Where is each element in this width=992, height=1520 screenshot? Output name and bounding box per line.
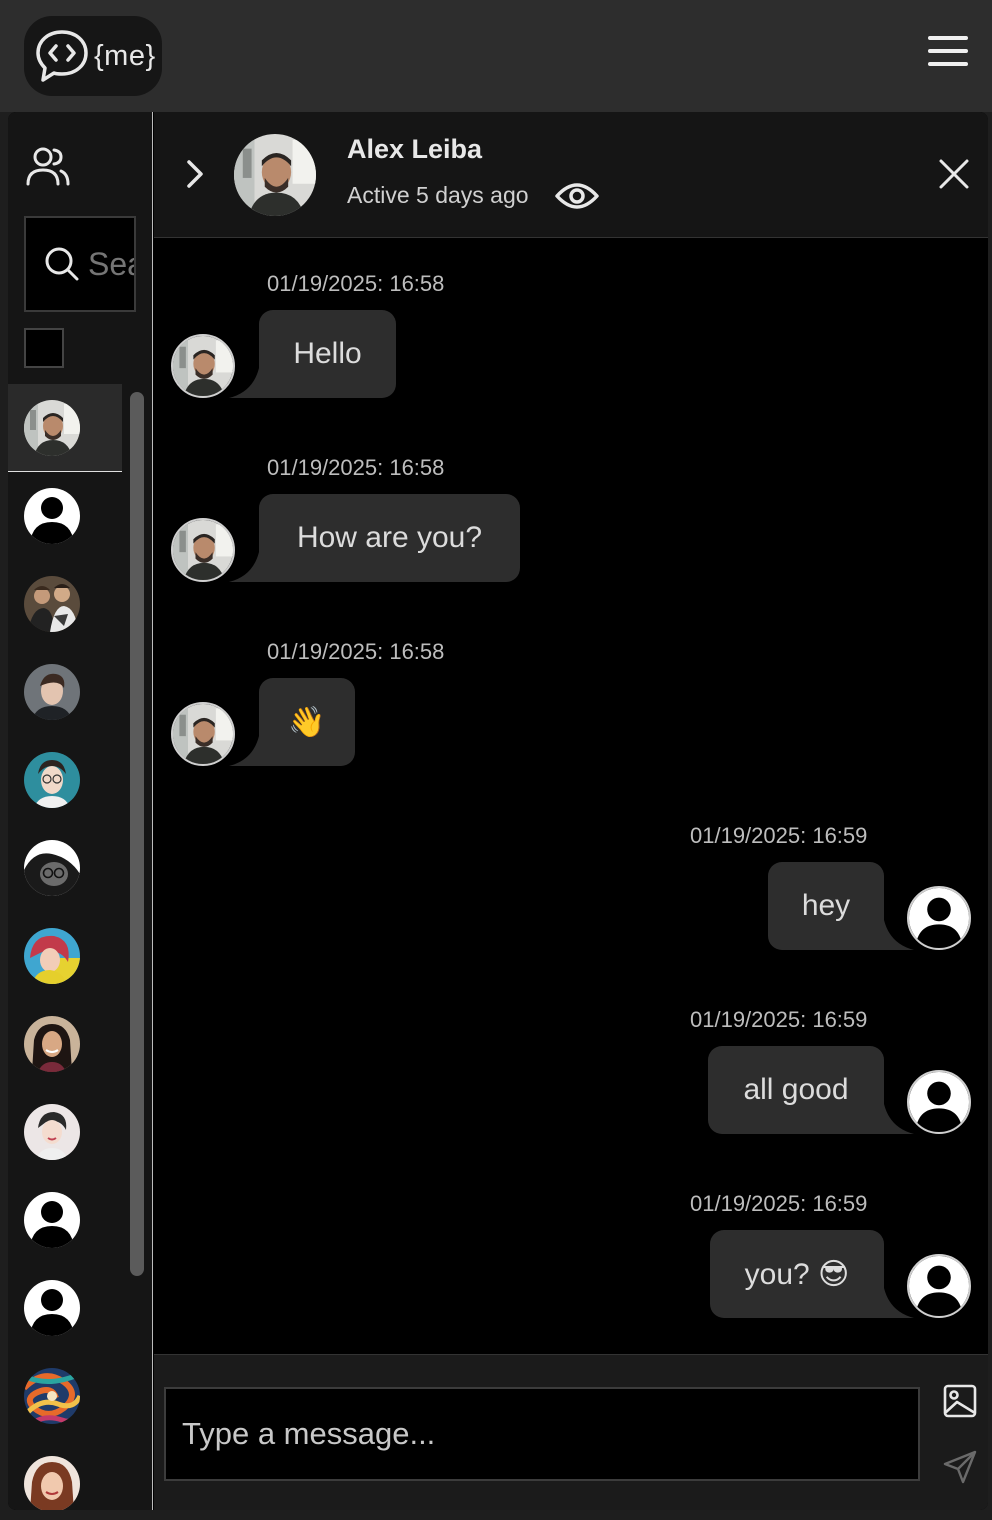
message-text: How are you? xyxy=(296,521,483,554)
message-text: you? 😎 xyxy=(744,1257,850,1291)
logo-text: {me} xyxy=(94,39,156,72)
app-logo[interactable]: {me} xyxy=(24,16,162,96)
contact-item[interactable] xyxy=(8,648,122,736)
contact-item[interactable] xyxy=(8,736,122,824)
avatar xyxy=(24,664,80,720)
message-timestamp: 01/19/2025: 16:58 xyxy=(267,455,445,480)
contact-item[interactable] xyxy=(8,384,122,472)
close-icon[interactable] xyxy=(936,156,972,192)
contact-item[interactable] xyxy=(8,472,122,560)
image-upload-icon[interactable] xyxy=(942,1383,978,1419)
contacts-sidebar xyxy=(8,112,153,1510)
sender-avatar xyxy=(171,334,235,398)
chat-header: Alex Leiba Active 5 days ago xyxy=(154,112,988,238)
contact-item[interactable] xyxy=(8,1000,122,1088)
message-list: 01/19/2025: 16:58 Hello 01/19/2025: 16:5… xyxy=(154,239,988,1354)
contact-item[interactable] xyxy=(8,1264,122,1352)
default-avatar-icon xyxy=(24,1280,80,1336)
message-bubble[interactable]: hey xyxy=(768,862,914,950)
own-avatar xyxy=(907,1254,971,1318)
contact-item[interactable] xyxy=(8,1088,122,1176)
avatar xyxy=(24,928,80,984)
contact-item[interactable] xyxy=(8,824,122,912)
contact-name: Alex Leiba xyxy=(347,134,483,164)
message-timestamp: 01/19/2025: 16:59 xyxy=(690,1191,868,1216)
eye-icon[interactable] xyxy=(554,176,600,216)
avatar xyxy=(24,1368,80,1424)
send-icon[interactable] xyxy=(942,1449,978,1485)
message-timestamp: 01/19/2025: 16:58 xyxy=(267,271,445,296)
contact-item[interactable] xyxy=(8,912,122,1000)
avatar xyxy=(24,1104,80,1160)
avatar xyxy=(24,752,80,808)
avatar xyxy=(24,576,80,632)
message-bubble[interactable]: 👋 xyxy=(229,678,355,766)
users-icon[interactable] xyxy=(24,142,72,190)
sidebar-scrollbar[interactable] xyxy=(130,392,144,1276)
own-avatar xyxy=(907,1070,971,1134)
message-composer xyxy=(154,1354,988,1510)
contact-item[interactable] xyxy=(8,560,122,648)
top-bar: {me} xyxy=(0,0,992,112)
hamburger-menu-button[interactable] xyxy=(928,36,968,72)
search-input[interactable] xyxy=(88,242,134,286)
message-text: 👋 xyxy=(288,705,326,739)
menu-line xyxy=(928,36,968,40)
sender-avatar xyxy=(171,518,235,582)
contact-item[interactable] xyxy=(8,1352,122,1440)
contact-list xyxy=(8,384,122,1510)
app-shell: Alex Leiba Active 5 days ago 01/19/2025:… xyxy=(8,112,988,1510)
default-avatar-icon xyxy=(24,1192,80,1248)
avatar xyxy=(24,400,80,456)
own-avatar xyxy=(907,886,971,950)
message-timestamp: 01/19/2025: 16:58 xyxy=(267,639,445,664)
menu-line xyxy=(928,49,968,53)
sender-avatar xyxy=(171,702,235,766)
message-text: all good xyxy=(743,1073,849,1106)
chat-code-icon xyxy=(36,30,88,82)
chevron-right-icon[interactable] xyxy=(180,154,210,194)
contact-item[interactable] xyxy=(8,1176,122,1264)
message-timestamp: 01/19/2025: 16:59 xyxy=(690,1007,868,1032)
select-all-checkbox[interactable] xyxy=(24,328,64,368)
message-bubble[interactable]: How are you? xyxy=(229,494,520,582)
contact-status: Active 5 days ago xyxy=(347,182,529,208)
avatar xyxy=(24,1016,80,1072)
message-text: hey xyxy=(801,889,851,922)
avatar xyxy=(24,1456,80,1510)
default-avatar-icon xyxy=(24,488,80,544)
message-text: Hello xyxy=(293,337,362,370)
message-bubble[interactable]: you? 😎 xyxy=(710,1230,914,1318)
menu-line xyxy=(928,62,968,66)
contact-search[interactable] xyxy=(24,216,136,312)
message-timestamp: 01/19/2025: 16:59 xyxy=(690,823,868,848)
contact-avatar[interactable] xyxy=(234,134,316,216)
search-icon xyxy=(45,247,79,281)
avatar xyxy=(24,840,80,896)
message-bubble[interactable]: all good xyxy=(708,1046,914,1134)
contact-item[interactable] xyxy=(8,1440,122,1510)
message-bubble[interactable]: Hello xyxy=(229,310,396,398)
message-input[interactable] xyxy=(164,1387,920,1481)
